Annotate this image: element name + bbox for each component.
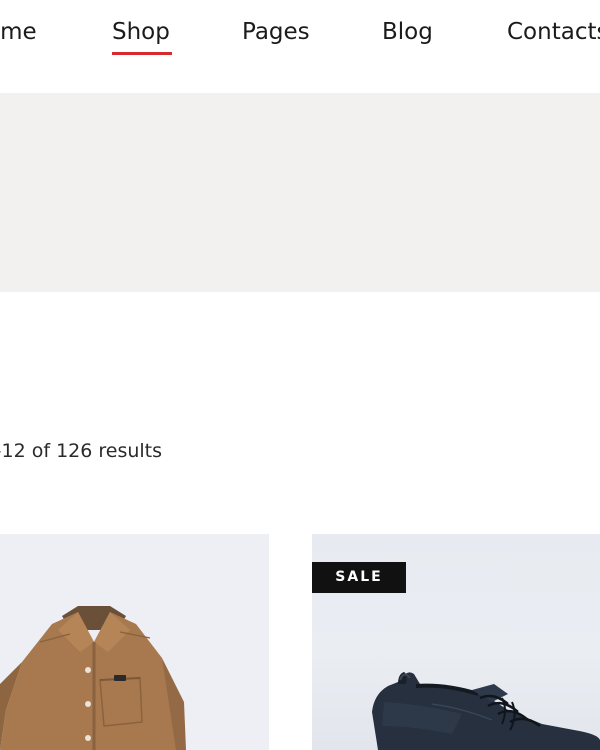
product-card-shirt[interactable] [0, 534, 269, 750]
results-count: –12 of 126 results [0, 440, 163, 462]
page: ome Shop Pages Blog Contacts –12 of 126 … [0, 0, 600, 750]
nav-item-home[interactable]: ome [0, 16, 37, 48]
shirt-image [0, 606, 186, 750]
product-card-sneaker[interactable]: SALE [312, 534, 600, 750]
page-hero-banner [0, 93, 600, 292]
nav-item-contacts[interactable]: Contacts [507, 16, 600, 48]
nav-item-shop[interactable]: Shop [112, 16, 170, 48]
nav-item-pages[interactable]: Pages [242, 16, 310, 48]
sale-badge: SALE [312, 562, 406, 593]
nav-item-blog[interactable]: Blog [382, 16, 433, 48]
top-navigation: ome Shop Pages Blog Contacts [0, 0, 600, 92]
active-nav-indicator [112, 52, 172, 55]
